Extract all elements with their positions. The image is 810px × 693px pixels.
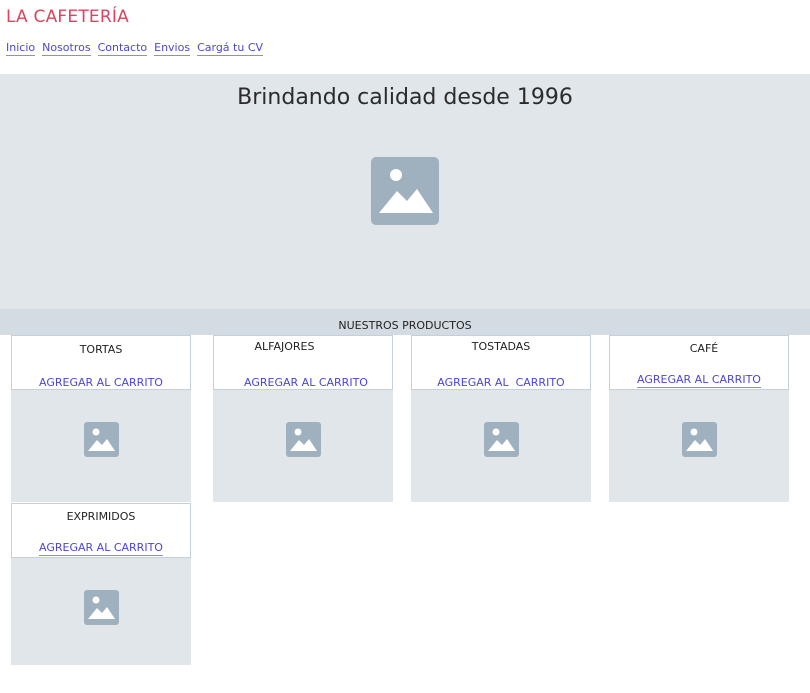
product-card-alfajores: ALFAJORES AGREGAR AL CARRITO: [213, 335, 393, 502]
site-logo-text[interactable]: LA CAFETERÍA: [6, 7, 129, 27]
product-image: [411, 390, 591, 502]
hero-banner: Brindando calidad desde 1996: [0, 74, 810, 309]
nav-link-contacto[interactable]: Contacto: [97, 41, 148, 56]
product-card-header: ALFAJORES AGREGAR AL CARRITO: [213, 335, 393, 391]
product-image: [609, 390, 789, 502]
image-placeholder-icon: [286, 422, 321, 457]
add-to-cart-button[interactable]: AGREGAR AL CARRITO: [220, 376, 392, 391]
product-card-exprimidos: EXPRIMIDOS AGREGAR AL CARRITO: [11, 503, 191, 665]
nav-link-inicio[interactable]: Inicio: [6, 41, 36, 56]
product-card-header: CAFÉ AGREGAR AL CARRITO: [609, 335, 789, 390]
product-image: [11, 390, 191, 502]
image-placeholder-icon: [682, 422, 717, 457]
image-placeholder-icon: [84, 590, 119, 625]
product-name: TOSTADAS: [471, 340, 531, 353]
nav-link-carga-cv[interactable]: Cargá tu CV: [197, 41, 264, 56]
product-card-header: TORTAS AGREGAR AL CARRITO: [11, 335, 191, 391]
product-name: ALFAJORES: [254, 340, 315, 353]
product-name: CAFÉ: [689, 342, 719, 355]
products-heading: NUESTROS PRODUCTOS: [338, 319, 472, 332]
product-card-header: EXPRIMIDOS AGREGAR AL CARRITO: [11, 503, 191, 558]
image-placeholder-icon: [484, 422, 519, 457]
product-image: [11, 558, 191, 665]
product-card-tostadas: TOSTADAS AGREGAR AL CARRITO: [411, 335, 591, 502]
nav-link-nosotros[interactable]: Nosotros: [42, 41, 91, 56]
product-card-tortas: TORTAS AGREGAR AL CARRITO: [11, 335, 191, 502]
product-name: EXPRIMIDOS: [66, 510, 136, 523]
product-image: [213, 390, 393, 502]
products-section-header: NUESTROS PRODUCTOS: [0, 309, 810, 335]
main-nav: Inicio Nosotros Contacto Envios Cargá tu…: [6, 41, 264, 56]
product-card-cafe: CAFÉ AGREGAR AL CARRITO: [609, 335, 789, 502]
add-to-cart-button[interactable]: AGREGAR AL CARRITO: [610, 373, 788, 388]
hero-title: Brindando calidad desde 1996: [237, 85, 573, 110]
product-name: TORTAS: [79, 343, 123, 356]
product-card-header: TOSTADAS AGREGAR AL CARRITO: [411, 335, 591, 391]
image-placeholder-icon: [371, 157, 439, 225]
nav-link-envios[interactable]: Envios: [154, 41, 191, 56]
add-to-cart-button[interactable]: AGREGAR AL CARRITO: [12, 541, 190, 556]
image-placeholder-icon: [84, 422, 119, 457]
add-to-cart-button[interactable]: AGREGAR AL CARRITO: [12, 376, 190, 391]
add-to-cart-button[interactable]: AGREGAR AL CARRITO: [412, 376, 590, 391]
